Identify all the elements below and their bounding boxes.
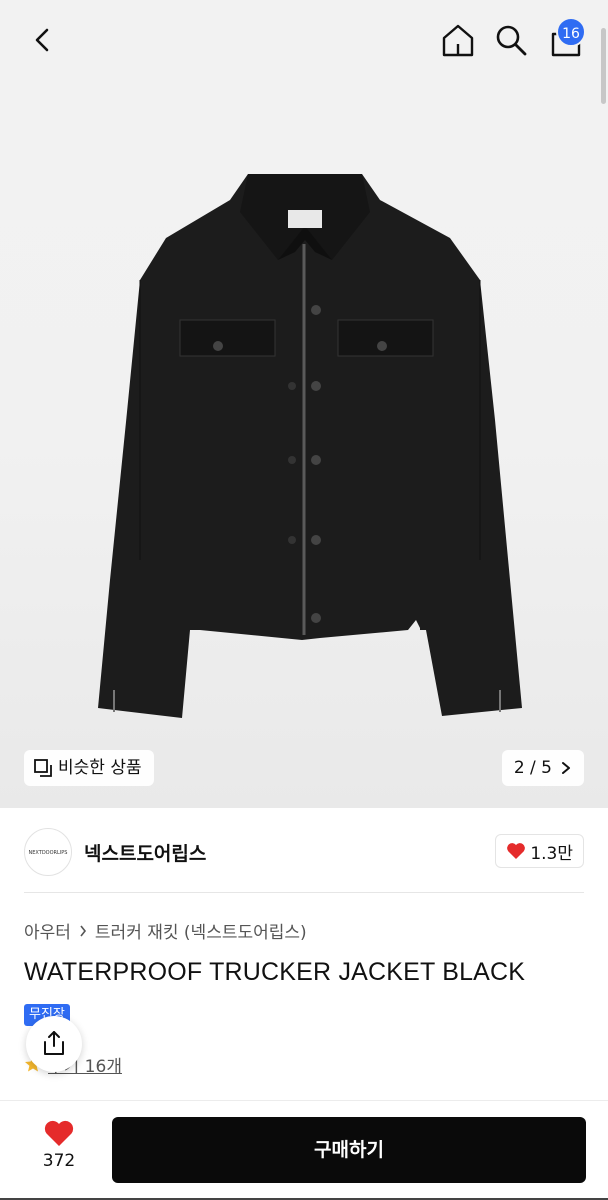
store-row[interactable]: NEXTDOORLIPS 넥스트도어립스 1.3만 [24,826,584,878]
bottom-action-bar: 372 구매하기 [0,1101,608,1200]
store-name[interactable]: 넥스트도어립스 [84,839,206,866]
image-pager-text: 2 / 5 [513,758,552,778]
product-image [98,174,522,718]
store-like-count: 1.3만 [530,843,573,864]
breadcrumb-subcategory[interactable]: 트러커 재킷 (넥스트도어립스) [95,918,307,943]
chevron-left-icon[interactable] [26,24,58,56]
buy-button[interactable]: 구매하기 [112,1117,586,1183]
heart-icon [44,1120,74,1146]
breadcrumb-category[interactable]: 아우터 [24,918,71,943]
search-icon[interactable] [494,22,528,58]
store-logo[interactable]: NEXTDOORLIPS [24,828,72,876]
chevron-right-icon [80,925,86,936]
chevron-right-icon [562,762,570,774]
similar-icon [34,759,52,777]
image-pager[interactable]: 2 / 5 [501,750,584,786]
store-like-button[interactable]: 1.3만 [495,834,584,868]
breadcrumb: 아우터 트러커 재킷 (넥스트도어립스) [24,918,307,943]
product-image-gallery[interactable] [0,0,608,808]
cart-count-badge: 16 [556,17,586,47]
divider [24,892,584,893]
share-icon [44,1031,64,1055]
top-navigation: 16 [0,0,608,82]
share-button[interactable] [26,1016,82,1072]
wishlist-count: 372 [42,1151,76,1171]
product-title: WATERPROOF TRUCKER JACKET BLACK [24,958,526,986]
similar-products-label: 비슷한 상품 [58,758,142,778]
similar-products-button[interactable]: 비슷한 상품 [24,750,154,786]
heart-icon [507,843,526,859]
wishlist-button[interactable]: 372 [30,1119,88,1183]
home-icon[interactable] [440,22,476,58]
